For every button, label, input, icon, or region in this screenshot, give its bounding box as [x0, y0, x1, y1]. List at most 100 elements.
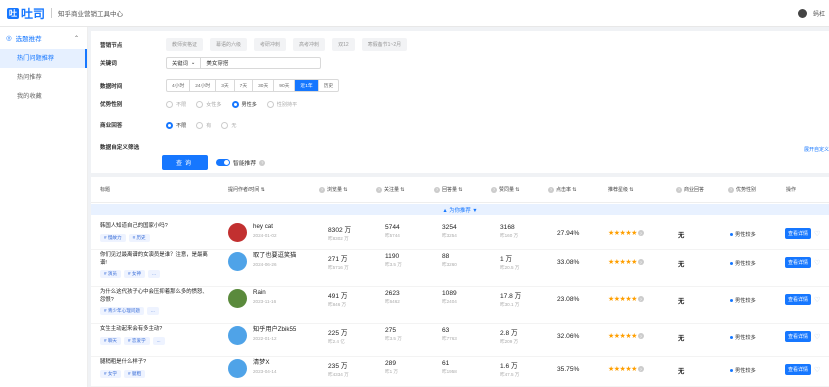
- topic-tag[interactable]: # 慢故力: [100, 233, 126, 242]
- topic-tag[interactable]: # 恋爱学: [124, 336, 150, 345]
- user-avatar-icon[interactable]: [797, 9, 807, 18]
- time-option[interactable]: 历史: [319, 80, 339, 91]
- expand-custom-link[interactable]: 展开自定义: [804, 146, 829, 153]
- keyword-input[interactable]: 关键词 ⌄ 美女穿搭: [166, 57, 321, 69]
- time-option[interactable]: 90天: [274, 80, 296, 91]
- marketing-tag[interactable]: 双12: [332, 38, 355, 51]
- topic-tag[interactable]: # 女神: [124, 270, 146, 278]
- question-title[interactable]: 韩国人知道自己的国家小吗?: [100, 223, 212, 231]
- topic-tag[interactable]: # 青少年心理问题: [100, 307, 144, 315]
- view-detail-button[interactable]: 查看详情: [785, 228, 812, 239]
- header-ctr[interactable]: ? 点击率 ⇅: [548, 186, 577, 193]
- author-name[interactable]: 取了也要逗笑猫: [253, 252, 301, 260]
- header-follows[interactable]: ? 关注量 ⇅: [376, 186, 405, 193]
- radio-checked-icon: [166, 121, 173, 129]
- help-icon[interactable]: ?: [637, 259, 644, 265]
- gender-radio-selected[interactable]: 男性多: [231, 100, 257, 108]
- view-detail-button[interactable]: 查看详情: [785, 364, 812, 375]
- author-avatar[interactable]: [228, 289, 247, 308]
- heart-icon[interactable]: ♡: [814, 333, 820, 341]
- topic-tag[interactable]: # 聊天: [100, 336, 122, 345]
- view-detail-button[interactable]: 查看详情: [785, 294, 812, 305]
- follows-value: 275: [385, 327, 397, 334]
- help-icon[interactable]: ?: [637, 230, 644, 236]
- logo[interactable]: 吐 吐司: [7, 5, 45, 22]
- marketing-tag[interactable]: 考研冲刺: [254, 38, 287, 51]
- header-views[interactable]: ? 浏览量 ⇅: [319, 186, 348, 193]
- user-name[interactable]: 蚂杠: [813, 9, 825, 18]
- author-name[interactable]: hey cat: [253, 223, 301, 231]
- marketing-tag[interactable]: 幕语的六级: [210, 38, 248, 51]
- view-detail-button[interactable]: 查看详情: [785, 257, 812, 268]
- help-icon[interactable]: ?: [637, 333, 644, 339]
- commercial-radio[interactable]: 无: [221, 121, 236, 129]
- keyword-type-value: 关键词: [172, 61, 188, 67]
- time-option[interactable]: 30天: [253, 80, 275, 91]
- heart-icon[interactable]: ♡: [814, 230, 820, 238]
- topic-tag[interactable]: # 腿粗: [124, 369, 146, 378]
- header-stars[interactable]: 推荐星级 ⇅: [608, 186, 634, 193]
- help-icon[interactable]: ?: [259, 159, 266, 166]
- topic-tag[interactable]: ...: [148, 270, 160, 278]
- header-label: 浏览量 ⇅: [327, 187, 348, 193]
- question-date: 2024-01-02: [253, 233, 277, 238]
- header-author[interactable]: 提问作者/时间 ⇅: [228, 186, 265, 193]
- topic-tag[interactable]: ...: [152, 336, 165, 345]
- question-title[interactable]: 为什么这代孩子心中会压抑着那么多的愤怒、怨恨?: [100, 289, 212, 304]
- question-title[interactable]: 女生主动起来会有多主动?: [100, 326, 212, 334]
- author-avatar[interactable]: [228, 223, 247, 242]
- smart-toggle[interactable]: [216, 159, 231, 166]
- author-avatar[interactable]: [228, 326, 247, 345]
- sidebar-group-topics[interactable]: ◎ 选题推荐 ⌃: [0, 27, 87, 49]
- question-title[interactable]: 腿稍粗是什么样子?: [100, 359, 212, 367]
- gender-label: 优势性别: [100, 102, 123, 108]
- heart-icon[interactable]: ♡: [814, 259, 820, 267]
- time-option[interactable]: 3天: [216, 80, 235, 91]
- topic-tag[interactable]: # 演员: [100, 270, 122, 278]
- heart-icon[interactable]: ♡: [814, 296, 820, 304]
- topic-tag[interactable]: ...: [147, 307, 159, 315]
- help-icon[interactable]: ?: [637, 296, 644, 302]
- views-value: 225 万: [328, 330, 348, 337]
- chevron-up-icon: ⌃: [73, 35, 79, 42]
- time-option-active[interactable]: 近1年: [295, 80, 319, 91]
- gender-radio[interactable]: 女性多: [196, 100, 222, 108]
- answers-value: 88: [442, 253, 450, 260]
- view-detail-button[interactable]: 查看详情: [785, 331, 812, 342]
- heart-icon[interactable]: ♡: [814, 366, 820, 374]
- question-date: 2022-01-12: [253, 336, 277, 341]
- answers-sub: 昨7763: [442, 336, 457, 341]
- likes-sub: 昨47.5 万: [500, 372, 520, 377]
- marketing-tag[interactable]: 教师资格证: [166, 38, 204, 51]
- question-title[interactable]: 你们见过最离谱的女演员是谁？注意，是最离谱!: [100, 252, 212, 267]
- commercial-radio-selected[interactable]: 不限: [166, 121, 186, 129]
- marketing-tag[interactable]: 寒假备节1~2月: [361, 38, 408, 51]
- topic-tag[interactable]: # 历史: [128, 233, 150, 242]
- author-avatar[interactable]: [228, 252, 247, 271]
- sidebar-item-favorites[interactable]: 我的收藏: [0, 87, 87, 106]
- smart-recommend[interactable]: 智能推荐 ?: [216, 158, 266, 167]
- help-icon[interactable]: ?: [637, 366, 644, 372]
- author-name[interactable]: Rain: [253, 289, 301, 297]
- topic-tag[interactable]: # 女学: [100, 369, 122, 378]
- time-option[interactable]: 24小时: [190, 80, 217, 91]
- keyword-type-select[interactable]: 关键词 ⌄: [167, 58, 202, 68]
- author-name[interactable]: 知乎用户Zbik55: [253, 326, 301, 334]
- header-likes[interactable]: ? 赞同量 ⇅: [491, 186, 520, 193]
- gender-radio[interactable]: 不限: [166, 100, 186, 108]
- time-option[interactable]: 7天: [235, 80, 254, 91]
- sidebar-item-hot-asks[interactable]: 热问推荐: [0, 68, 87, 87]
- sidebar-item-hot-questions[interactable]: 热门问题推荐: [0, 49, 87, 68]
- gender-radio[interactable]: 性别持平: [266, 100, 297, 108]
- gender-value: 男性较多: [730, 231, 756, 238]
- marketing-tag[interactable]: 高考冲刺: [293, 38, 326, 51]
- commercial-radio[interactable]: 有: [196, 121, 211, 129]
- author-avatar[interactable]: [228, 359, 247, 378]
- time-option[interactable]: 4小时: [167, 80, 191, 91]
- author-name[interactable]: 清梦X: [253, 359, 301, 367]
- keyword-value[interactable]: 美女穿搭: [201, 59, 233, 67]
- user-menu[interactable]: 蚂杠: [797, 9, 825, 18]
- question-date: 2024-06-26: [253, 262, 277, 267]
- header-answers[interactable]: ? 回答量 ⇅: [434, 186, 463, 193]
- query-button[interactable]: 查询: [162, 155, 209, 170]
